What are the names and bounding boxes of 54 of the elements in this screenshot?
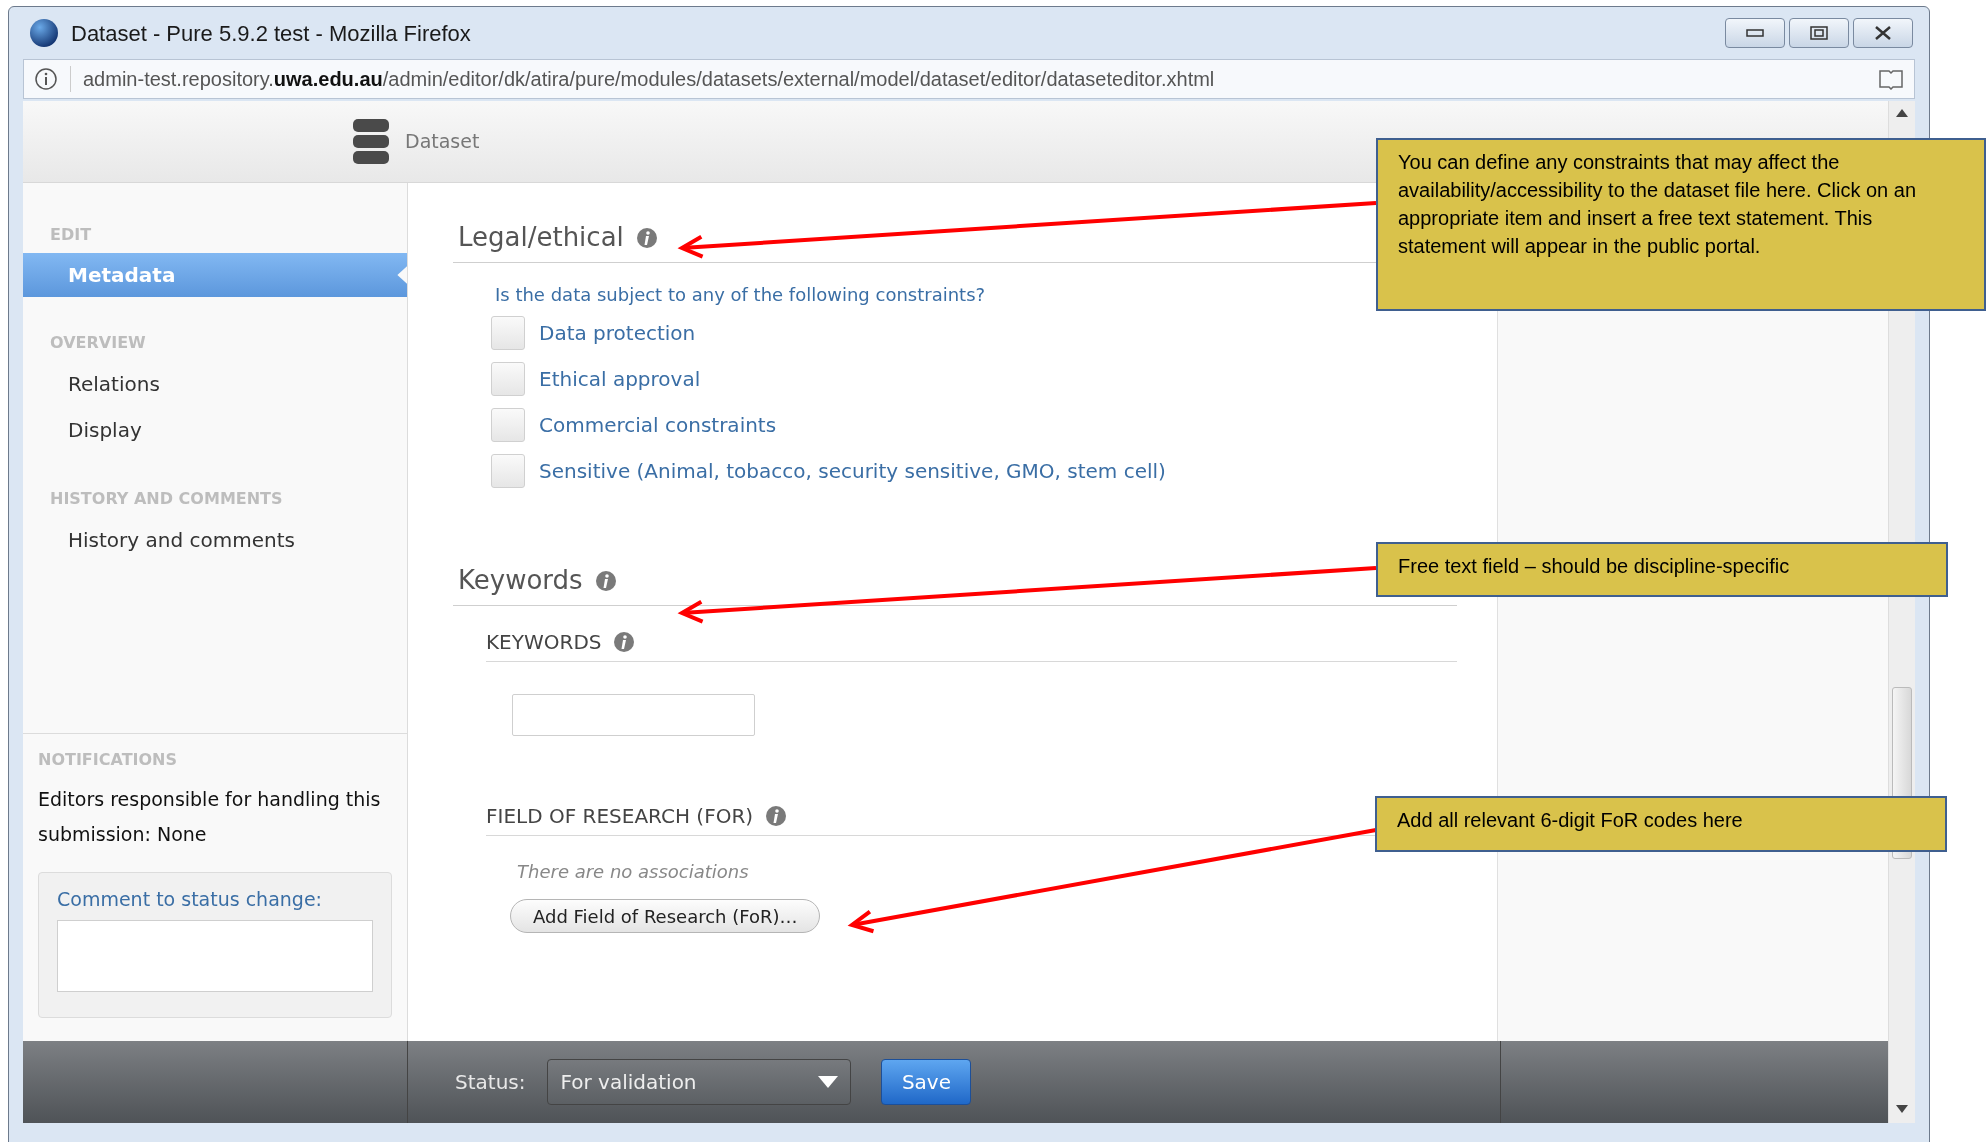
checkbox[interactable] xyxy=(491,316,525,350)
empty-message: There are no associations xyxy=(517,860,750,884)
checkbox-label[interactable]: Sensitive (Animal, tobacco, security sensitive, GMO, stem cell) xyxy=(539,456,1166,486)
url-text: admin-test.repository.uwa.edu.au/admin/editor/dk/atira/pure/modules/datasets/external/model/dataset/editor/dataseteditor.xhtml xyxy=(83,67,1215,92)
checkbox[interactable] xyxy=(491,408,525,442)
window-title: Dataset - Pure 5.9.2 test - Mozilla Firefox xyxy=(71,19,471,48)
globe-icon xyxy=(29,18,59,48)
minimize-icon xyxy=(1746,29,1764,37)
info-icon[interactable] xyxy=(635,226,658,249)
scroll-down-icon[interactable] xyxy=(1896,1105,1908,1113)
close-button[interactable] xyxy=(1853,18,1913,48)
sidebar-item[interactable]: Display xyxy=(23,407,407,453)
checkbox-label[interactable]: Ethical approval xyxy=(539,364,701,394)
reader-view-icon[interactable] xyxy=(1878,68,1904,90)
minimize-button[interactable] xyxy=(1725,18,1785,48)
sidebar-heading: HISTORY AND COMMENTS xyxy=(49,488,284,510)
notifications-heading: NOTIFICATIONS xyxy=(38,749,178,771)
section-title: Keywords xyxy=(458,564,583,597)
checkbox[interactable] xyxy=(491,362,525,396)
notifications-text: Editors responsible for handling this submission: None xyxy=(38,787,382,847)
sidebar-heading: OVERVIEW xyxy=(49,332,147,354)
database-icon xyxy=(353,118,389,165)
dropdown-caret-icon xyxy=(818,1076,839,1088)
status-select[interactable]: For validation xyxy=(547,1059,852,1105)
annotation-callout: Free text field – should be discipline-specific xyxy=(1376,542,1948,597)
info-icon[interactable] xyxy=(594,569,617,592)
close-icon xyxy=(1874,25,1892,41)
restore-icon xyxy=(1810,26,1828,40)
info-icon[interactable] xyxy=(765,804,788,827)
field-label: FIELD OF RESEARCH (FOR) xyxy=(486,802,754,830)
scroll-up-icon[interactable] xyxy=(1896,109,1908,117)
field-label: KEYWORDS xyxy=(486,628,602,656)
info-icon[interactable] xyxy=(613,630,636,653)
address-bar[interactable]: admin-test.repository.uwa.edu.au/admin/editor/dk/atira/pure/modules/datasets/external/model/dataset/editor/dataseteditor.xhtml xyxy=(23,59,1915,99)
sidebar-item[interactable]: Relations xyxy=(23,361,407,407)
keyword-input-field[interactable] xyxy=(512,694,755,736)
add-field-of-research-button[interactable]: Add Field of Research (FoR)… xyxy=(510,899,821,933)
section-title: Legal/ethical xyxy=(458,221,624,254)
sidebar-heading: EDIT xyxy=(49,224,93,246)
status-label: Status: xyxy=(455,1069,526,1096)
question-text: Is the data subject to any of the following constraints? xyxy=(494,283,987,307)
sidebar-item[interactable]: History and comments xyxy=(23,517,407,563)
checkbox-label[interactable]: Data protection xyxy=(539,318,696,348)
checkbox-label[interactable]: Commercial constraints xyxy=(539,410,777,440)
status-value: For validation xyxy=(560,1069,698,1096)
comment-label: Comment to status change: xyxy=(57,887,323,912)
maximize-button[interactable] xyxy=(1789,18,1849,48)
header-title: Dataset xyxy=(405,129,480,155)
info-icon[interactable] xyxy=(34,67,58,91)
annotation-callout: Add all relevant 6-digit FoR codes here xyxy=(1375,796,1947,852)
comment-field[interactable] xyxy=(57,919,373,992)
annotation-callout: You can define any constraints that may affect the availability/accessibility to the dataset file here. Click on an appropriate item and insert a free text statement. This statement will appear in the public portal. xyxy=(1376,138,1986,311)
checkbox[interactable] xyxy=(491,454,525,488)
save-button[interactable]: Save xyxy=(881,1059,972,1105)
